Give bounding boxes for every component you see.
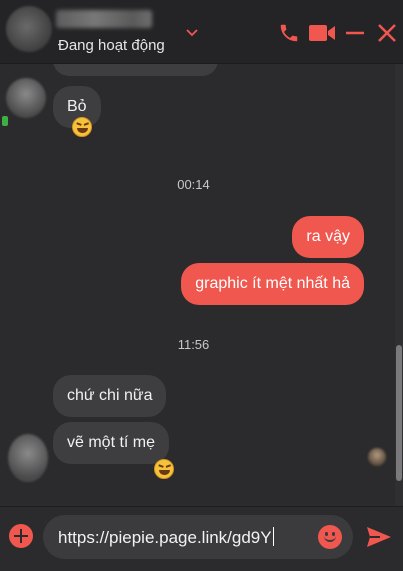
message-list[interactable]: Bỏ 00:14 ra vậy graphic ít mệt nhất hả 1… [0, 64, 403, 506]
composer-bar: https://piepie.page.link/gd9Y [0, 506, 403, 571]
timestamp: 00:14 [177, 177, 210, 192]
message-bubble-in[interactable]: vẽ một tí mẹ [53, 422, 170, 464]
message-input[interactable]: https://piepie.page.link/gd9Y [43, 515, 353, 559]
contact-status: Đang hoạt động [58, 37, 165, 54]
grinning-squint-emoji [72, 117, 92, 137]
online-dot [2, 116, 8, 126]
message-bubble-in[interactable]: chứ chi nữa [53, 375, 167, 417]
add-attachment-button[interactable] [9, 524, 33, 548]
phone-icon[interactable] [278, 22, 300, 44]
chevron-down-icon[interactable] [186, 28, 198, 38]
timestamp: 11:56 [177, 337, 210, 352]
sender-avatar[interactable] [8, 434, 48, 482]
emoji-picker-button[interactable] [318, 525, 342, 549]
message-bubble-out[interactable]: ra vậy [292, 216, 364, 258]
sender-avatar[interactable] [6, 78, 46, 118]
text-caret [272, 527, 274, 546]
video-camera-icon[interactable] [308, 22, 336, 44]
minimize-icon[interactable] [344, 22, 366, 44]
message-input-text: https://piepie.page.link/gd9Y [58, 527, 274, 547]
contact-avatar[interactable] [6, 6, 52, 52]
scrollbar-thumb[interactable] [396, 345, 402, 481]
close-icon[interactable] [376, 22, 398, 44]
previous-message-bubble [53, 64, 218, 76]
seen-receipt-avatar [368, 448, 386, 466]
send-icon[interactable] [366, 526, 392, 548]
chat-header: Đang hoạt động [0, 0, 403, 64]
contact-name-redacted[interactable] [56, 10, 152, 28]
grinning-squint-emoji [154, 459, 174, 479]
message-bubble-out[interactable]: graphic ít mệt nhất hả [181, 263, 364, 305]
